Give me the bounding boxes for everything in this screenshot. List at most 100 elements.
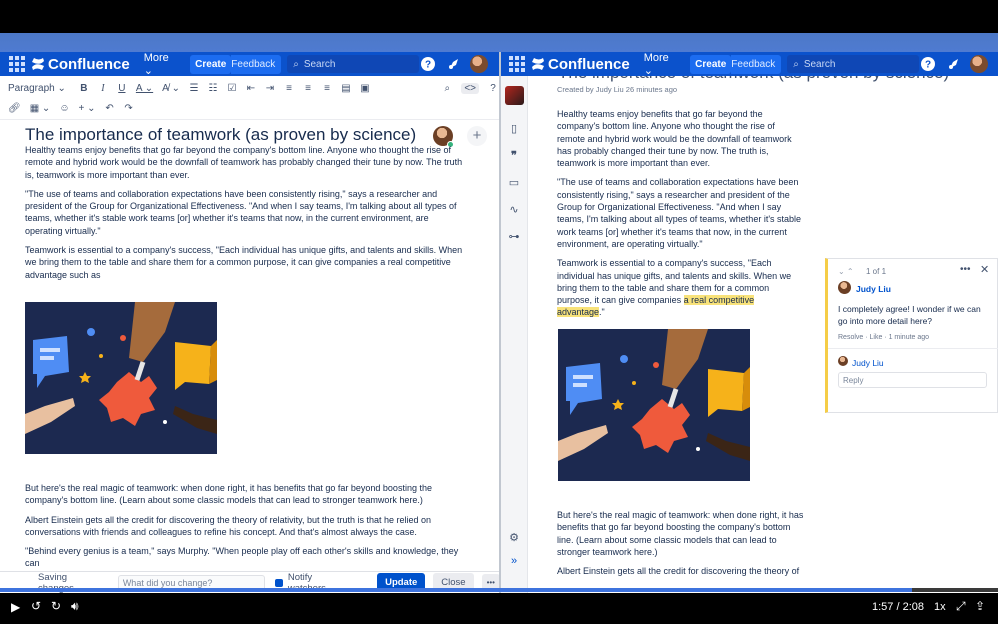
editor-paragraph: But here's the real magic of teamwork: w…	[25, 483, 432, 506]
viewer-paragraph: "The use of teams and collaboration expe…	[557, 177, 802, 249]
teamwork-illustration[interactable]	[25, 302, 217, 454]
illustration-art	[558, 329, 750, 481]
bullet-list-icon[interactable]: ☰	[189, 83, 199, 94]
indent-icon[interactable]: ⇥	[265, 83, 275, 94]
expand-sidebar-icon[interactable]: »	[507, 554, 521, 568]
insert-icon[interactable]: + ⌄	[79, 103, 96, 114]
clear-format-icon[interactable]: A̸ ⌄	[162, 83, 180, 94]
editor-body-bottom[interactable]: But here's the real magic of teamwork: w…	[25, 482, 465, 577]
forward-10-icon[interactable]: ↻	[51, 599, 61, 613]
table-icon[interactable]: ▦ ⌄	[30, 103, 51, 114]
more-label: More	[643, 52, 669, 64]
create-button[interactable]: Create	[190, 54, 232, 74]
align-center-icon[interactable]: ≡	[303, 83, 313, 94]
svg-text:?: ?	[925, 60, 931, 71]
settings-icon[interactable]: ⚙︎	[507, 531, 521, 545]
confluence-logo[interactable]: Confluence	[31, 56, 130, 73]
comment-close-icon[interactable]: ✕	[980, 263, 989, 276]
bold-icon[interactable]: B	[79, 83, 89, 94]
volume-icon[interactable]: 🔊︎	[71, 599, 79, 614]
image-icon[interactable]: ▣	[360, 83, 370, 94]
notify-checkbox[interactable]	[275, 578, 283, 587]
comment-divider	[828, 348, 998, 349]
viewer-body-top: Healthy teams enjoy benefits that go far…	[557, 108, 804, 326]
editor-paragraph: "The use of teams and collaboration expe…	[25, 188, 457, 236]
help-icon[interactable]: ?	[419, 55, 437, 73]
align-left-icon[interactable]: ≡	[284, 83, 294, 94]
blog-quote-icon[interactable]: ❞	[507, 149, 521, 163]
editor-toolbar: Paragraph ⌄ B I U A ⌄ A̸ ⌄ ☰ ☷ ☑ ⇤ ⇥ ≡ ≡…	[0, 76, 500, 120]
align-right-icon[interactable]: ≡	[322, 83, 332, 94]
rewind-10-icon[interactable]: ↺	[31, 599, 41, 613]
comment-text: I completely agree! I wonder if we can g…	[838, 304, 981, 326]
viewer-text: Teamwork is essential to a company's suc…	[557, 258, 792, 306]
video-progress-bar[interactable]	[0, 588, 998, 592]
playback-speed-button[interactable]: 1x	[934, 601, 946, 613]
fullscreen-icon[interactable]: ⤢	[956, 599, 966, 614]
viewer-paragraph: Healthy teams enjoy benefits that go far…	[557, 109, 792, 169]
user-avatar[interactable]	[970, 55, 989, 73]
redo-icon[interactable]: ↷	[124, 103, 134, 114]
outdent-icon[interactable]: ⇤	[246, 83, 256, 94]
analytics-icon[interactable]: ∿	[507, 203, 521, 217]
create-button[interactable]: Create	[690, 54, 732, 74]
text-color-icon[interactable]: A ⌄	[136, 83, 153, 94]
toolbar-row-2: 🔗︎ ▦ ⌄ ☺ + ⌄ ↶ ↷	[8, 99, 134, 117]
viewer-paragraph: Teamwork is essential to a company's suc…	[557, 257, 804, 318]
source-code-icon[interactable]: <>	[461, 82, 479, 94]
layout-icon[interactable]: ▤	[341, 83, 351, 94]
underline-icon[interactable]: U	[117, 83, 127, 94]
emoji-icon[interactable]: ☺	[59, 103, 69, 114]
feedback-button[interactable]: Feedback	[231, 54, 282, 74]
pages-icon[interactable]: ▯	[507, 122, 521, 136]
find-icon[interactable]: ⌕	[442, 83, 452, 94]
paragraph-style-label: Paragraph	[8, 82, 55, 94]
confluence-logo[interactable]: Confluence	[531, 56, 630, 73]
editor-paragraph: Albert Einstein gets all the credit for …	[25, 514, 432, 537]
comment-meta[interactable]: Resolve · Like · 1 minute ago	[838, 334, 929, 341]
notifications-icon[interactable]	[945, 55, 963, 73]
desktop-band	[0, 33, 998, 52]
search-input[interactable]: ⌕ Search	[787, 55, 920, 73]
search-icon: ⌕	[293, 58, 299, 70]
help-icon[interactable]: ?	[919, 55, 937, 73]
calendar-icon[interactable]: ▭	[507, 176, 521, 190]
italic-icon[interactable]: I	[98, 83, 108, 94]
comment-author-avatar	[838, 281, 851, 294]
reply-input[interactable]: Reply	[838, 372, 987, 388]
user-avatar[interactable]	[470, 55, 489, 73]
feedback-button[interactable]: Feedback	[731, 54, 782, 74]
paragraph-style-select[interactable]: Paragraph ⌄	[8, 83, 66, 94]
numbered-list-icon[interactable]: ☷	[208, 83, 218, 94]
search-input[interactable]: ⌕ Search	[287, 55, 420, 73]
more-menu[interactable]: More ⌄	[144, 52, 180, 77]
link-icon[interactable]: 🔗︎	[8, 103, 21, 114]
comment-author[interactable]: Judy Liu	[856, 284, 891, 294]
app-name: Confluence	[48, 55, 130, 73]
confluence-mark-icon	[532, 58, 544, 70]
viewer-pane: The importance of teamwork (as proven by…	[500, 52, 998, 593]
app-name: Confluence	[548, 55, 630, 73]
more-menu[interactable]: More ⌄	[644, 52, 680, 77]
search-placeholder: Search	[803, 58, 836, 70]
hierarchy-icon[interactable]: ⊶	[507, 230, 521, 244]
teamwork-illustration	[558, 329, 750, 481]
editor-paragraph: "Behind every genius is a team," says Mu…	[25, 546, 459, 569]
add-button[interactable]: +	[467, 126, 487, 146]
comment-more-icon[interactable]: •••	[960, 264, 971, 275]
share-icon[interactable]: ⇪	[975, 599, 985, 613]
notifications-icon[interactable]	[445, 55, 463, 73]
task-list-icon[interactable]: ☑	[227, 83, 237, 94]
app-switcher-icon[interactable]	[9, 56, 25, 72]
inline-comment-panel: ⌄ ⌃ 1 of 1 ••• ✕ Judy Liu I completely a…	[825, 258, 998, 413]
comment-nav-arrows-icon[interactable]: ⌄ ⌃	[838, 267, 854, 276]
app-switcher-icon[interactable]	[509, 56, 525, 72]
comment-counter: 1 of 1	[866, 267, 887, 276]
editor-body-top[interactable]: Healthy teams enjoy benefits that go far…	[25, 144, 465, 288]
editor-title[interactable]: The importance of teamwork (as proven by…	[25, 125, 425, 145]
pane-divider[interactable]	[499, 52, 501, 593]
space-avatar[interactable]	[505, 86, 524, 105]
help-small-icon[interactable]: ?	[488, 83, 498, 94]
play-icon[interactable]: ▶	[11, 600, 20, 614]
undo-icon[interactable]: ↶	[105, 103, 115, 114]
